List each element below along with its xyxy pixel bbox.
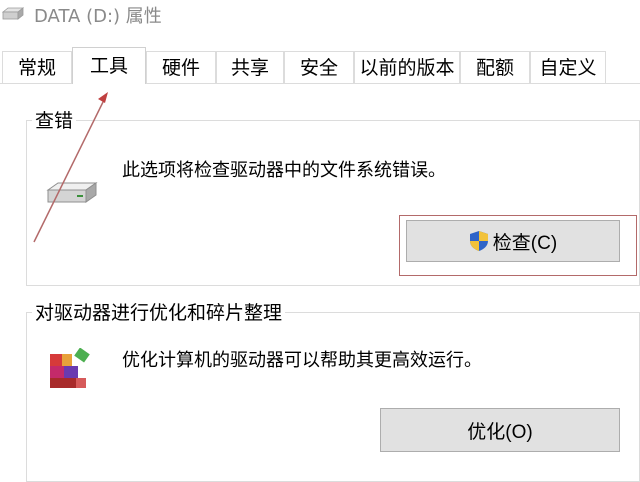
optimize-title: 对驱动器进行优化和碎片整理: [32, 298, 286, 325]
optimize-button-label: 优化(O): [467, 421, 533, 443]
tab-security[interactable]: 安全: [284, 51, 354, 83]
tab-quota[interactable]: 配额: [460, 51, 530, 83]
error-checking-description: 此选项将检查驱动器中的文件系统错误。: [122, 160, 446, 181]
drive-title-icon: [1, 6, 25, 20]
optimize-description: 优化计算机的驱动器可以帮助其更高效运行。: [122, 350, 482, 371]
highlight-box: [399, 215, 637, 276]
tab-sharing[interactable]: 共享: [216, 51, 284, 83]
tab-tools[interactable]: 工具: [72, 47, 146, 84]
title-bar: DATA (D:) 属性: [0, 0, 640, 36]
error-checking-title: 查错: [32, 106, 77, 133]
tab-hardware[interactable]: 硬件: [146, 51, 216, 83]
tab-strip: 常规 工具 硬件 共享 安全 以前的版本 配额 自定义: [0, 47, 640, 84]
tab-previous-versions[interactable]: 以前的版本: [354, 51, 460, 83]
optimize-button[interactable]: 优化(O): [380, 408, 620, 452]
window-title: DATA (D:) 属性: [34, 6, 162, 27]
optimize-group: [26, 312, 640, 482]
tab-customize[interactable]: 自定义: [530, 51, 606, 83]
tab-general[interactable]: 常规: [2, 51, 72, 83]
drive-icon: [44, 180, 100, 204]
defrag-icon: [46, 347, 96, 390]
